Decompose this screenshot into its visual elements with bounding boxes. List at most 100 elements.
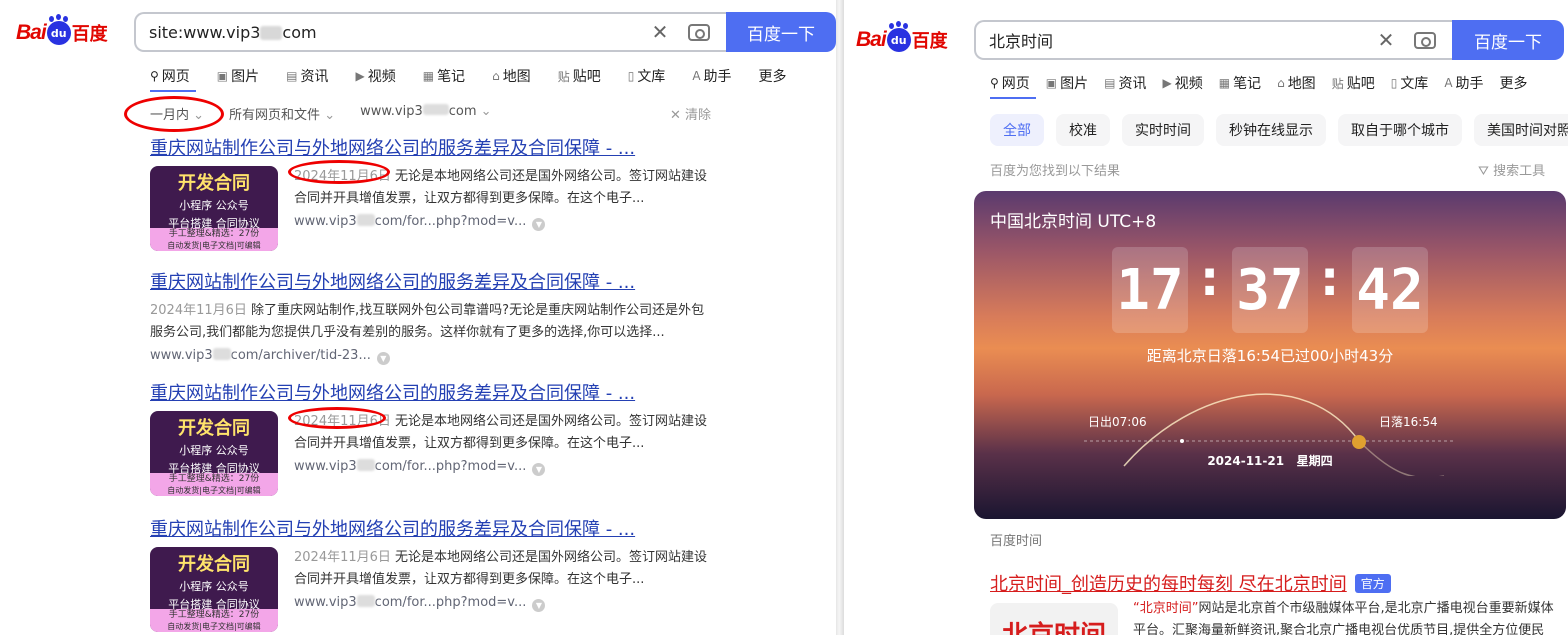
wenku-icon: ▯	[627, 69, 635, 83]
tab-note[interactable]: ▦ 笔记	[423, 66, 465, 86]
thumbnail-text: 自动发货|电子文档|可编辑	[150, 486, 278, 496]
result-title-link[interactable]: 重庆网站制作公司与外地网络公司的服务差异及合同保障 - ...	[150, 379, 710, 405]
suggestion-chip[interactable]: 秒钟在线显示	[1216, 114, 1326, 146]
result-date: 2024年11月6日	[294, 550, 396, 565]
tab-ai[interactable]: A 助手	[692, 66, 731, 86]
tab-news[interactable]: ▤ 资讯	[1104, 73, 1146, 93]
result-text-column: 2024年11月6日 无论是本地网络公司还是国外网络公司。签订网站建设合同并开具…	[294, 547, 710, 632]
result-body: 开发合同 小程序 公众号 平台搭建 合同协议 手工整理&精选：27份 自动发货|电子文档…	[150, 411, 710, 496]
tab-image[interactable]: ▣ 图片	[1046, 73, 1088, 93]
query-prefix: site:www.vip3	[149, 22, 261, 42]
tab-map[interactable]: ⌂ 地图	[492, 66, 531, 86]
result-url[interactable]: www.vip3 com/archiver/tid-23... ▼	[150, 348, 710, 365]
result-title-link[interactable]: 北京时间_创造历史的每时每刻 尽在北京时间 官方	[990, 570, 1391, 596]
thumbnail-text: 手工整理&精选：27份	[150, 473, 278, 486]
annotation-circle	[124, 96, 224, 132]
redaction-blur	[260, 25, 283, 40]
search-button[interactable]: 百度一下	[1452, 20, 1564, 60]
tab-image[interactable]: ▣ 图片	[217, 66, 259, 86]
result-date: 2024年11月6日	[150, 303, 252, 318]
tab-tieba[interactable]: 贴贴吧	[1332, 73, 1375, 93]
tab-label: 网页	[161, 69, 190, 85]
tab-wenku[interactable]: ▯ 文库	[1391, 73, 1429, 93]
map-icon: ⌂	[1277, 76, 1285, 90]
tieba-icon: 贴	[1331, 76, 1344, 91]
result-thumbnail[interactable]: 开发合同 小程序 公众号 平台搭建 合同协议 手工整理&精选：27份 自动发货|电子文档…	[150, 547, 278, 632]
chevron-down-icon[interactable]: ▼	[532, 599, 546, 612]
result-url[interactable]: www.vip3 com/for...php?mod=v... ▼	[294, 214, 710, 231]
tab-search[interactable]: ⚲ 网页	[150, 66, 190, 86]
url-prefix: www.vip3	[294, 459, 357, 474]
clear-icon[interactable]: ✕	[1376, 28, 1396, 52]
search-button[interactable]: 百度一下	[726, 12, 836, 52]
baidu-logo[interactable]: Bai du 百度	[16, 16, 108, 46]
url-prefix: www.vip3	[294, 595, 357, 610]
clear-icon[interactable]: ✕	[650, 20, 670, 44]
thumbnail-text: 小程序 公众号	[179, 444, 249, 457]
active-tab-underline	[150, 90, 196, 92]
search-input[interactable]: 北京时间 ✕	[974, 20, 1452, 60]
result-url[interactable]: www.vip3 com/for...php?mod=v... ▼	[294, 459, 710, 476]
suggestion-chip[interactable]: 实时时间	[1122, 114, 1204, 146]
clear-filter-button[interactable]: ✕ 清除	[670, 104, 711, 123]
site-filter[interactable]: www.vip3 com	[360, 104, 491, 123]
seconds-digit: 42	[1352, 247, 1428, 333]
suggestion-chip[interactable]: 美国时间对照表	[1474, 114, 1568, 146]
result-thumbnail[interactable]: 北京时间	[990, 603, 1118, 635]
search-tools-button[interactable]: ⛛ 搜索工具	[1478, 160, 1545, 179]
type-filter[interactable]: 所有网页和文件	[229, 104, 335, 123]
tab-label: 资讯	[300, 69, 329, 85]
search-input[interactable]: site:www.vip3 com ✕	[134, 12, 726, 52]
tab-tieba[interactable]: 贴贴吧	[558, 66, 601, 86]
result-thumbnail[interactable]: 开发合同 小程序 公众号 平台搭建 合同协议 手工整理&精选：27份 自动发货|电子文档…	[150, 411, 278, 496]
date-caption: 2024-11-21 星期四	[1207, 454, 1333, 468]
pane-divider	[836, 0, 844, 635]
result-title-link[interactable]: 重庆网站制作公司与外地网络公司的服务差异及合同保障 - ...	[150, 268, 710, 294]
camera-icon[interactable]	[688, 23, 710, 41]
search-icon: ⚲	[990, 76, 999, 90]
url-suffix: com/for...php?mod=v...	[374, 214, 527, 229]
result-count-text: 百度为您找到以下结果	[990, 164, 1121, 179]
tab-label: 资讯	[1118, 76, 1147, 92]
chevron-down-icon[interactable]: ▼	[532, 218, 546, 231]
result-title-link[interactable]: 重庆网站制作公司与外地网络公司的服务差异及合同保障 - ...	[150, 515, 710, 541]
chevron-down-icon[interactable]: ▼	[532, 463, 546, 476]
suggestion-chip[interactable]: 取自于哪个城市	[1338, 114, 1462, 146]
result-title-link[interactable]: 重庆网站制作公司与外地网络公司的服务差异及合同保障 - ...	[150, 134, 710, 160]
tab-search[interactable]: ⚲ 网页	[990, 73, 1030, 93]
wenku-icon: ▯	[1390, 76, 1398, 90]
redaction-blur	[212, 348, 231, 360]
tab-video[interactable]: ▶ 视频	[355, 66, 395, 86]
thumbnail-text: 自动发货|电子文档|可编辑	[150, 241, 278, 251]
result-thumbnail[interactable]: 开发合同 小程序 公众号 平台搭建 合同协议 手工整理&精选：27份 自动发货|电子文档…	[150, 166, 278, 251]
minutes-digit: 37	[1232, 247, 1308, 333]
tab-label: 地图	[502, 69, 531, 85]
chevron-down-icon[interactable]: ▼	[376, 352, 390, 365]
beijing-time-card: 中国北京时间 UTC+8 17 : 37 : 42 距离北京日落16:54已过0…	[974, 191, 1566, 519]
tab-news[interactable]: ▤ 资讯	[286, 66, 328, 86]
thumbnail-text: 自动发货|电子文档|可编辑	[150, 622, 278, 632]
result-body: 开发合同 小程序 公众号 平台搭建 合同协议 手工整理&精选：27份 自动发货|电子文档…	[150, 166, 710, 251]
thumbnail-text: 开发合同	[178, 554, 250, 575]
hours-digit: 17	[1112, 247, 1188, 333]
paw-icon: du	[46, 16, 71, 45]
tab-note[interactable]: ▦ 笔记	[1219, 73, 1261, 93]
filter-icon: ⛛	[1478, 164, 1494, 179]
redaction-blur	[422, 104, 449, 115]
suggestion-chip[interactable]: 校准	[1056, 114, 1110, 146]
tab-video[interactable]: ▶ 视频	[1162, 73, 1202, 93]
result-url[interactable]: www.vip3 com/for...php?mod=v... ▼	[294, 595, 710, 612]
result-snippet: 2024年11月6日 除了重庆网站制作,找互联网外包公司靠谱吗?无论是重庆网站制…	[150, 300, 710, 344]
tab-label: 网页	[1001, 76, 1030, 92]
baidu-logo[interactable]: Bai du 百度	[856, 23, 948, 53]
tab-wenku[interactable]: ▯ 文库	[628, 66, 666, 86]
image-icon: ▣	[216, 69, 229, 83]
tab-map[interactable]: ⌂ 地图	[1277, 73, 1316, 93]
tab-more[interactable]: 更多	[759, 66, 787, 86]
result-body: 2024年11月6日 除了重庆网站制作,找互联网外包公司靠谱吗?无论是重庆网站制…	[150, 300, 710, 365]
tab-more[interactable]: 更多	[1500, 73, 1528, 93]
colon: :	[1200, 251, 1220, 307]
camera-icon[interactable]	[1414, 31, 1436, 49]
suggestion-chip[interactable]: 全部	[990, 114, 1044, 146]
tab-ai[interactable]: A 助手	[1444, 73, 1483, 93]
